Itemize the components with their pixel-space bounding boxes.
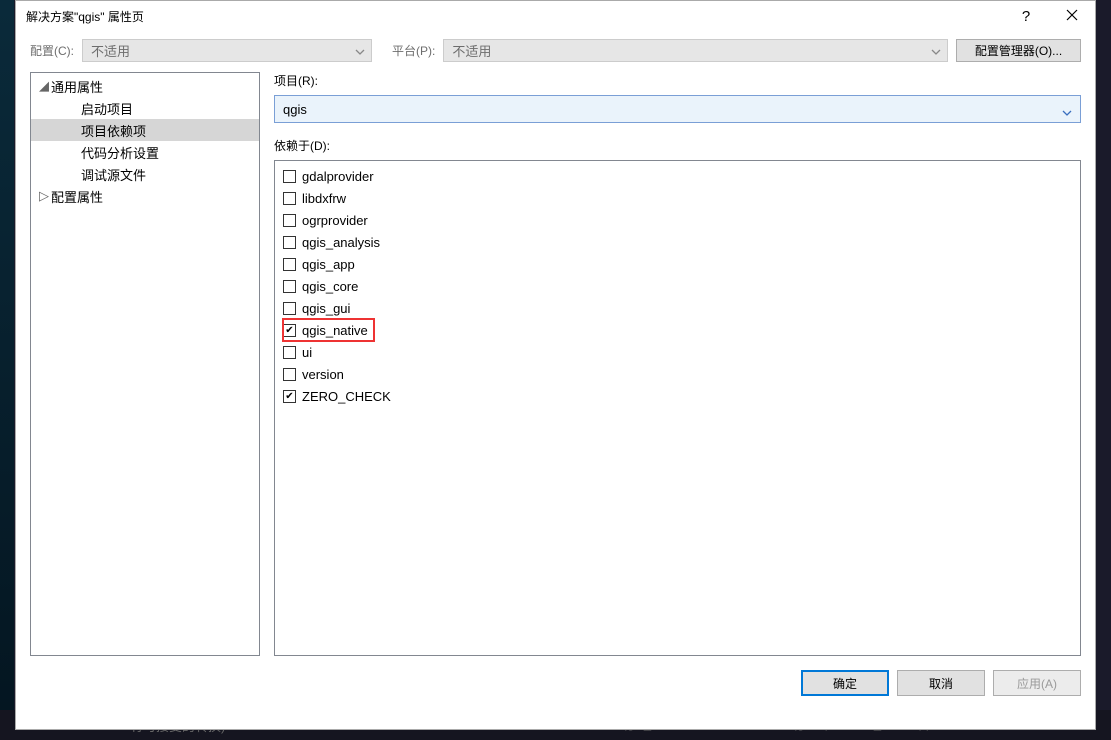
chevron-down-icon [1062,104,1072,119]
checkbox[interactable]: ✔ [283,390,296,403]
depends-item[interactable]: version [283,363,1072,385]
tree-item[interactable]: 代码分析设置 [31,141,259,163]
depends-item-label: gdalprovider [302,169,374,184]
depends-item-label: qgis_core [302,279,358,294]
config-value: 不适用 [91,41,130,60]
tree-item[interactable]: 启动项目 [31,97,259,119]
checkbox[interactable] [283,368,296,381]
depends-listbox[interactable]: gdalprovider libdxfrw ogrprovider qgis_anal… [274,160,1081,656]
titlebar: 解决方案"qgis" 属性页 ? [16,1,1095,31]
chevron-down-icon [931,43,941,58]
checkbox[interactable]: ✔ [283,324,296,337]
depends-item-label: qgis_app [302,257,355,272]
depends-item-label: ui [302,345,312,360]
tree-item[interactable]: ◢通用属性 [31,75,259,97]
window-title: 解决方案"qgis" 属性页 [26,8,1003,25]
config-row: 配置(C): 不适用 平台(P): 不适用 配置管理器(O)... [16,31,1095,72]
config-manager-button[interactable]: 配置管理器(O)... [956,39,1081,62]
close-icon [1066,9,1078,24]
project-select[interactable]: qgis [274,95,1081,123]
body-area: ◢通用属性启动项目项目依赖项代码分析设置调试源文件▷配置属性 项目(R): qg… [16,72,1095,656]
tree-collapsed-icon[interactable]: ▷ [37,188,51,204]
depends-item-label: ZERO_CHECK [302,389,391,404]
tree-item-label: 启动项目 [81,99,133,118]
tree-item-label: 调试源文件 [81,165,146,184]
depends-item-label: libdxfrw [302,191,346,206]
checkbox[interactable] [283,346,296,359]
chevron-down-icon [355,43,365,58]
right-pane: 项目(R): qgis 依赖于(D): gdalprovider libdxfrw… [274,72,1081,656]
depends-item[interactable]: qgis_app [283,253,1072,275]
tree-item-label: 代码分析设置 [81,143,159,162]
depends-item[interactable]: gdalprovider [283,165,1072,187]
depends-item[interactable]: libdxfrw [283,187,1072,209]
checkbox[interactable] [283,302,296,315]
tree-item[interactable]: ▷配置属性 [31,185,259,207]
project-field-label: 项目(R): [274,72,1081,89]
checkbox[interactable] [283,258,296,271]
help-icon: ? [1022,8,1030,25]
tree-expanded-icon[interactable]: ◢ [37,78,51,94]
depends-item-label: qgis_native [302,323,368,338]
tree-item[interactable]: 项目依赖项 [31,119,259,141]
checkbox[interactable] [283,170,296,183]
platform-label: 平台(P): [392,42,435,59]
help-button[interactable]: ? [1003,1,1049,31]
depends-item[interactable]: qgis_gui [283,297,1072,319]
tree-item-label: 通用属性 [51,77,103,96]
project-select-value: qgis [283,102,307,117]
platform-dropdown: 不适用 [443,39,948,62]
background-left-strip [0,0,14,740]
apply-button: 应用(A) [993,670,1081,696]
nav-tree[interactable]: ◢通用属性启动项目项目依赖项代码分析设置调试源文件▷配置属性 [30,72,260,656]
tree-item[interactable]: 调试源文件 [31,163,259,185]
depends-item[interactable]: qgis_analysis [283,231,1072,253]
config-dropdown: 不适用 [82,39,372,62]
cancel-button[interactable]: 取消 [897,670,985,696]
depends-item[interactable]: ✔ qgis_native [283,319,374,341]
depends-item[interactable]: ogrprovider [283,209,1072,231]
depends-item-label: ogrprovider [302,213,368,228]
tree-item-label: 项目依赖项 [81,121,146,140]
dialog-footer: 确定 取消 应用(A) [16,656,1095,710]
checkbox[interactable] [283,280,296,293]
close-button[interactable] [1049,1,1095,31]
property-pages-dialog: 解决方案"qgis" 属性页 ? 配置(C): 不适用 平台(P): 不适用 配… [15,0,1096,730]
checkbox[interactable] [283,236,296,249]
tree-item-label: 配置属性 [51,187,103,206]
depends-field-label: 依赖于(D): [274,137,1081,154]
checkbox[interactable] [283,192,296,205]
depends-item-label: qgis_gui [302,301,350,316]
depends-item[interactable]: ui [283,341,1072,363]
depends-item-label: version [302,367,344,382]
ok-button[interactable]: 确定 [801,670,889,696]
checkbox[interactable] [283,214,296,227]
platform-value: 不适用 [452,41,491,60]
depends-item[interactable]: qgis_core [283,275,1072,297]
depends-item[interactable]: ✔ ZERO_CHECK [283,385,1072,407]
depends-item-label: qgis_analysis [302,235,380,250]
config-label: 配置(C): [30,42,74,59]
